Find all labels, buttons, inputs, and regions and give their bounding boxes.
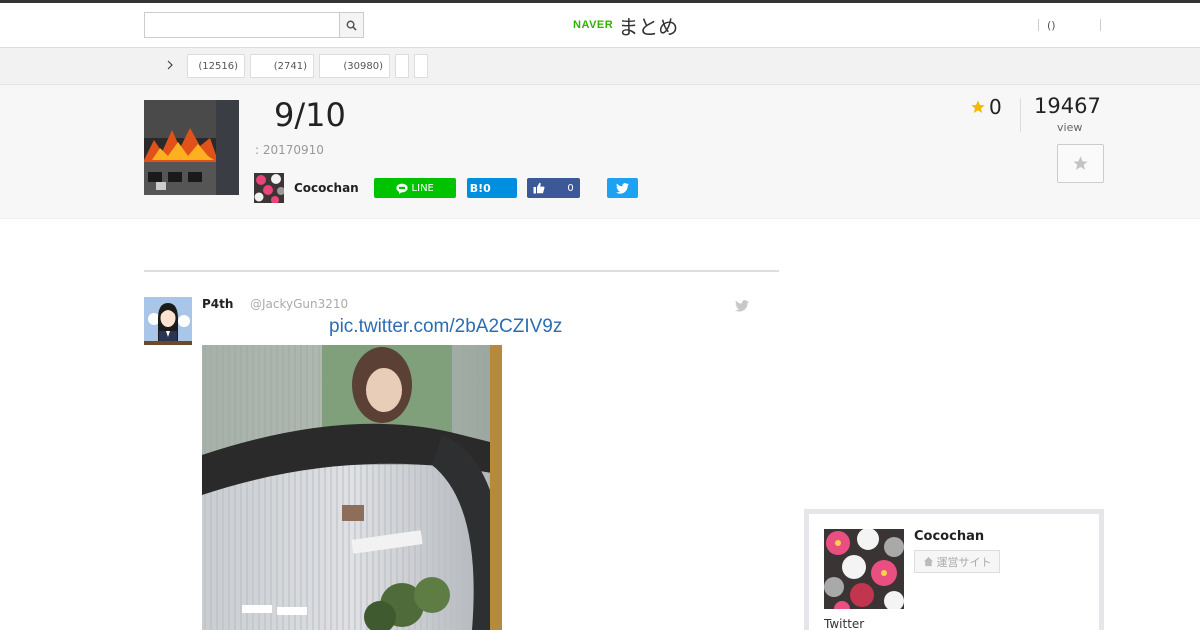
like-count: 0 [567, 182, 574, 194]
favorite-number: 0 [989, 95, 1002, 119]
tweet-avatar[interactable] [144, 297, 192, 345]
category-bar: (12516) (2741) (30980) [0, 48, 1200, 85]
line-icon [395, 183, 408, 194]
article-date: : 20170910 [255, 143, 324, 157]
logo-naver: NAVER [573, 19, 614, 31]
user-menu-link[interactable]: () [1039, 19, 1064, 32]
article-title: 9/10 [274, 96, 346, 134]
tweet-author-name[interactable]: P4th [202, 297, 233, 311]
category-tag[interactable] [395, 54, 409, 78]
category-tag[interactable]: (12516) [187, 54, 245, 78]
author-profile-name[interactable]: Cocochan [914, 529, 984, 544]
site-logo[interactable]: NAVER まとめ [573, 12, 679, 39]
tweet-image-link[interactable]: pic.twitter.com/2bA2CZIV9z [329, 316, 562, 338]
hatena-bookmark-button[interactable]: B! 0 [466, 178, 517, 198]
star-icon [971, 100, 985, 113]
category-tags: (12516) (2741) (30980) [187, 54, 428, 78]
search-button[interactable] [339, 13, 363, 37]
article-header: 9/10 : 20170910 Cocochan LINE B! 0 0 0 1… [0, 85, 1200, 219]
operated-site-label: 運営サイト [936, 555, 992, 569]
tweet-author-handle[interactable]: @JackyGun3210 [250, 297, 348, 311]
breadcrumb [144, 60, 174, 70]
operated-site-button[interactable]: 運営サイト [914, 550, 1000, 573]
facebook-like-button[interactable]: 0 [526, 178, 580, 198]
line-share-label: LINE [411, 182, 434, 194]
author-name[interactable]: Cocochan [294, 181, 359, 195]
twitter-bird-icon [735, 300, 749, 312]
author-avatar[interactable] [254, 173, 284, 203]
article-thumbnail[interactable] [144, 100, 239, 195]
tweet-photo[interactable] [202, 345, 502, 630]
star-icon [1073, 156, 1088, 170]
home-icon [923, 556, 933, 567]
view-label: view [1057, 121, 1083, 134]
thumbs-up-icon [533, 182, 545, 194]
favorite-count: 0 [970, 95, 1002, 119]
author-twitter-label: Twitter [824, 617, 865, 630]
author-profile-avatar[interactable] [824, 529, 904, 609]
search-box [144, 12, 364, 38]
header-divider [1099, 19, 1101, 31]
author-profile-card: Cocochan 運営サイト Twitter [804, 509, 1104, 630]
category-tag[interactable]: (30980) [319, 54, 390, 78]
category-tag[interactable]: (2741) [250, 54, 314, 78]
stat-divider [1020, 98, 1021, 132]
add-favorite-button[interactable] [1057, 144, 1104, 183]
search-input[interactable] [145, 13, 339, 37]
line-share-button[interactable]: LINE [373, 178, 456, 198]
hatena-count: 0 [483, 181, 491, 195]
logo-matome: まとめ [618, 14, 679, 39]
content-divider [144, 270, 779, 272]
category-tag[interactable] [414, 54, 428, 78]
view-count: 19467 [1034, 94, 1101, 118]
author-share-row: Cocochan LINE B! 0 0 [254, 173, 638, 203]
site-header: NAVER まとめ () [0, 3, 1200, 48]
twitter-bird-icon [615, 182, 629, 194]
search-icon [346, 20, 357, 31]
chevron-right-icon [167, 60, 173, 70]
header-user-nav: () [1038, 17, 1101, 33]
twitter-share-button[interactable] [606, 178, 638, 198]
tweet-source[interactable] [735, 297, 749, 316]
hatena-label: B! [469, 181, 484, 195]
